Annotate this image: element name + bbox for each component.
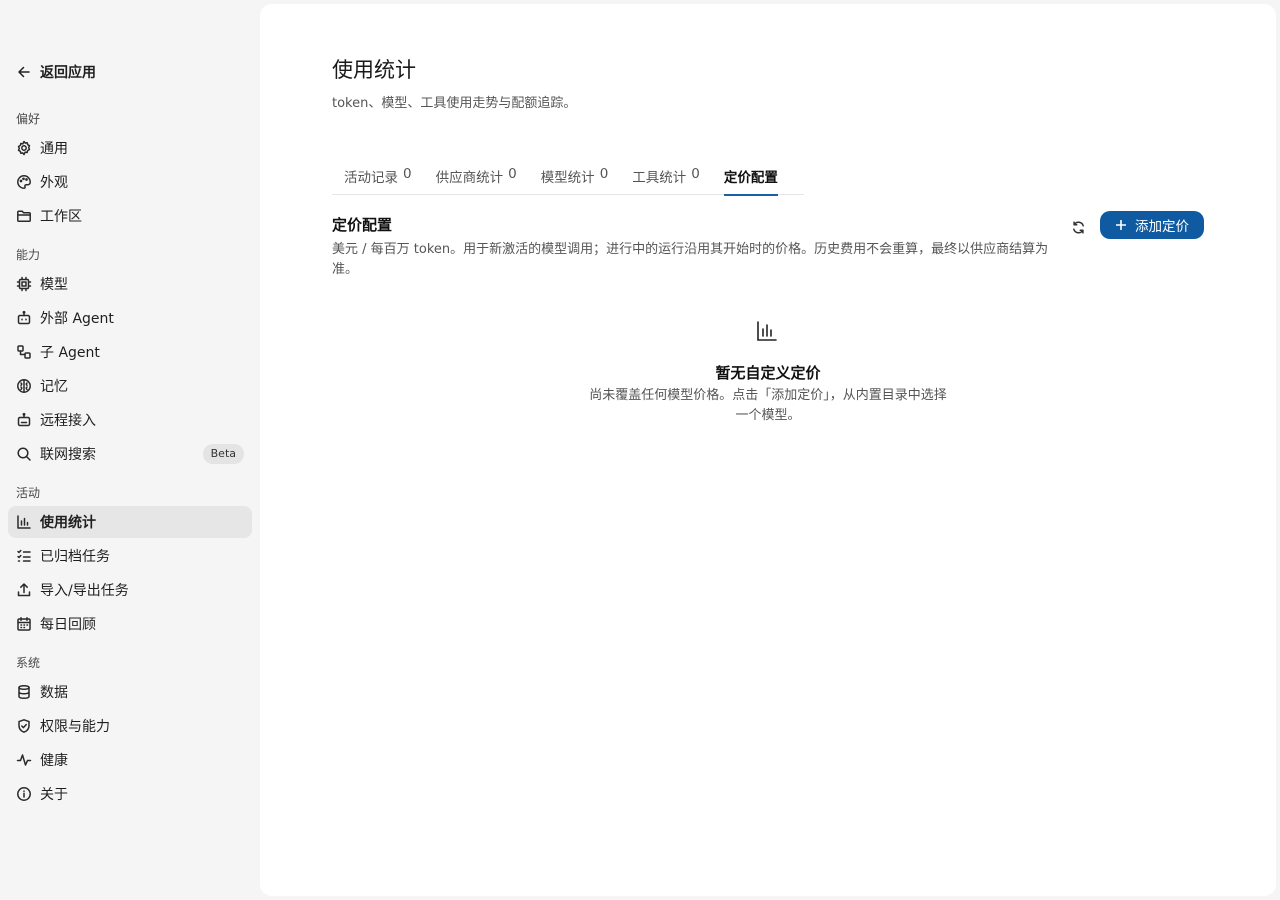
tab-label: 活动记录 bbox=[344, 170, 398, 186]
add-pricing-button[interactable]: 添加定价 bbox=[1100, 211, 1204, 239]
sidebar-item-usage-stats[interactable]: 使用统计 bbox=[8, 506, 252, 538]
bar-chart-icon bbox=[16, 514, 32, 530]
brain-icon bbox=[16, 378, 32, 394]
tab-bar: 活动记录 0 供应商统计 0 模型统计 0 工具统计 0 定价配置 bbox=[332, 156, 804, 196]
sidebar-item-external-agent[interactable]: 外部 Agent bbox=[8, 302, 252, 334]
sidebar: 返回应用 偏好 通用 外观 工作区 能力 模型 外部 Agent 子 Agent… bbox=[0, 0, 260, 900]
sidebar-item-data[interactable]: 数据 bbox=[8, 676, 252, 708]
database-icon bbox=[16, 684, 32, 700]
sidebar-item-label: 关于 bbox=[40, 787, 68, 803]
sidebar-item-label: 模型 bbox=[40, 277, 68, 293]
sidebar-item-label: 数据 bbox=[40, 685, 68, 701]
sidebar-item-label: 远程接入 bbox=[40, 413, 96, 429]
tab-count: 0 bbox=[691, 166, 700, 182]
tab-count: 0 bbox=[599, 166, 609, 182]
sidebar-item-label: 联网搜索 bbox=[40, 447, 96, 463]
beta-badge: Beta bbox=[202, 444, 244, 464]
page-title: 使用统计 bbox=[332, 58, 416, 82]
sidebar-item-web-search[interactable]: 联网搜索 Beta bbox=[8, 438, 252, 470]
tab-label: 工具统计 bbox=[632, 170, 687, 186]
group-label-preferences: 偏好 bbox=[16, 112, 41, 126]
plus-icon bbox=[1115, 219, 1127, 231]
tab-pricing-config[interactable]: 定价配置 bbox=[712, 156, 790, 196]
tab-model-stats[interactable]: 模型统计 0 bbox=[529, 156, 621, 195]
refresh-icon bbox=[1071, 220, 1086, 235]
tab-label: 供应商统计 bbox=[435, 170, 504, 186]
tab-tool-stats[interactable]: 工具统计 0 bbox=[620, 156, 712, 195]
sidebar-item-label: 通用 bbox=[40, 141, 68, 157]
pulse-icon bbox=[16, 752, 32, 768]
back-label: 返回应用 bbox=[40, 65, 96, 81]
tab-label: 模型统计 bbox=[540, 170, 595, 186]
group-label-activity: 活动 bbox=[16, 486, 41, 500]
subagent-icon bbox=[16, 344, 32, 360]
sidebar-item-workspace[interactable]: 工作区 bbox=[8, 200, 252, 232]
sidebar-item-import-export[interactable]: 导入/导出任务 bbox=[8, 574, 252, 606]
info-icon bbox=[16, 786, 32, 802]
chip-icon bbox=[16, 276, 32, 292]
sidebar-item-label: 外部 Agent bbox=[40, 311, 114, 327]
gear-icon bbox=[16, 140, 32, 156]
section-description: 美元 / 每百万 token。用于新激活的模型调用；进行中的运行沿用其开始时的价… bbox=[332, 242, 1049, 277]
main-panel: 使用统计 token、模型、工具使用走势与配额追踪。 活动记录 0 供应商统计 0 … bbox=[260, 4, 1276, 896]
sidebar-item-general[interactable]: 通用 bbox=[8, 132, 252, 164]
sidebar-item-models[interactable]: 模型 bbox=[8, 268, 252, 300]
tab-label: 定价配置 bbox=[723, 170, 778, 186]
sidebar-item-label: 使用统计 bbox=[40, 515, 96, 531]
back-to-app-link[interactable]: 返回应用 bbox=[16, 62, 96, 82]
tab-provider-stats[interactable]: 供应商统计 0 bbox=[424, 156, 529, 195]
robot-icon bbox=[16, 310, 32, 326]
sidebar-item-permissions[interactable]: 权限与能力 bbox=[8, 710, 252, 742]
sidebar-item-label: 工作区 bbox=[40, 209, 82, 225]
group-label-system: 系统 bbox=[16, 656, 41, 670]
sidebar-item-label: 记忆 bbox=[40, 379, 68, 395]
upload-icon bbox=[16, 582, 32, 598]
section-title: 定价配置 bbox=[332, 216, 393, 234]
calendar-icon bbox=[16, 616, 32, 632]
remote-icon bbox=[16, 412, 32, 428]
tab-activity-log[interactable]: 活动记录 0 bbox=[332, 156, 424, 195]
bar-chart-icon bbox=[756, 320, 778, 342]
checklist-icon bbox=[16, 548, 32, 564]
shield-icon bbox=[16, 718, 32, 734]
empty-state-description: 尚未覆盖任何模型价格。点击「添加定价」，从内置目录中选择一个模型。 bbox=[589, 388, 947, 423]
group-label-capabilities: 能力 bbox=[16, 248, 41, 262]
palette-icon bbox=[16, 174, 32, 190]
sidebar-item-label: 外观 bbox=[40, 175, 68, 191]
folder-icon bbox=[16, 208, 32, 224]
sidebar-item-about[interactable]: 关于 bbox=[8, 778, 252, 810]
sidebar-item-label: 子 Agent bbox=[40, 345, 100, 361]
page-subtitle: token、模型、工具使用走势与配额追踪。 bbox=[332, 96, 577, 111]
sidebar-item-health[interactable]: 健康 bbox=[8, 744, 252, 776]
empty-state-title: 暂无自定义定价 bbox=[715, 364, 821, 382]
tab-count: 0 bbox=[403, 166, 412, 182]
sidebar-item-daily-review[interactable]: 每日回顾 bbox=[8, 608, 252, 640]
sidebar-item-remote-access[interactable]: 远程接入 bbox=[8, 404, 252, 436]
sidebar-item-label: 导入/导出任务 bbox=[40, 583, 129, 599]
search-icon bbox=[16, 446, 32, 462]
refresh-button[interactable] bbox=[1066, 215, 1090, 239]
arrow-left-icon bbox=[16, 64, 32, 80]
tab-count: 0 bbox=[508, 166, 517, 182]
sidebar-item-memory[interactable]: 记忆 bbox=[8, 370, 252, 402]
add-pricing-label: 添加定价 bbox=[1135, 219, 1189, 235]
sidebar-item-archived-tasks[interactable]: 已归档任务 bbox=[8, 540, 252, 572]
sidebar-item-label: 每日回顾 bbox=[40, 617, 96, 633]
sidebar-item-appearance[interactable]: 外观 bbox=[8, 166, 252, 198]
sidebar-item-label: 权限与能力 bbox=[40, 719, 110, 735]
sidebar-item-sub-agent[interactable]: 子 Agent bbox=[8, 336, 252, 368]
sidebar-item-label: 健康 bbox=[40, 753, 68, 769]
sidebar-item-label: 已归档任务 bbox=[40, 549, 110, 565]
